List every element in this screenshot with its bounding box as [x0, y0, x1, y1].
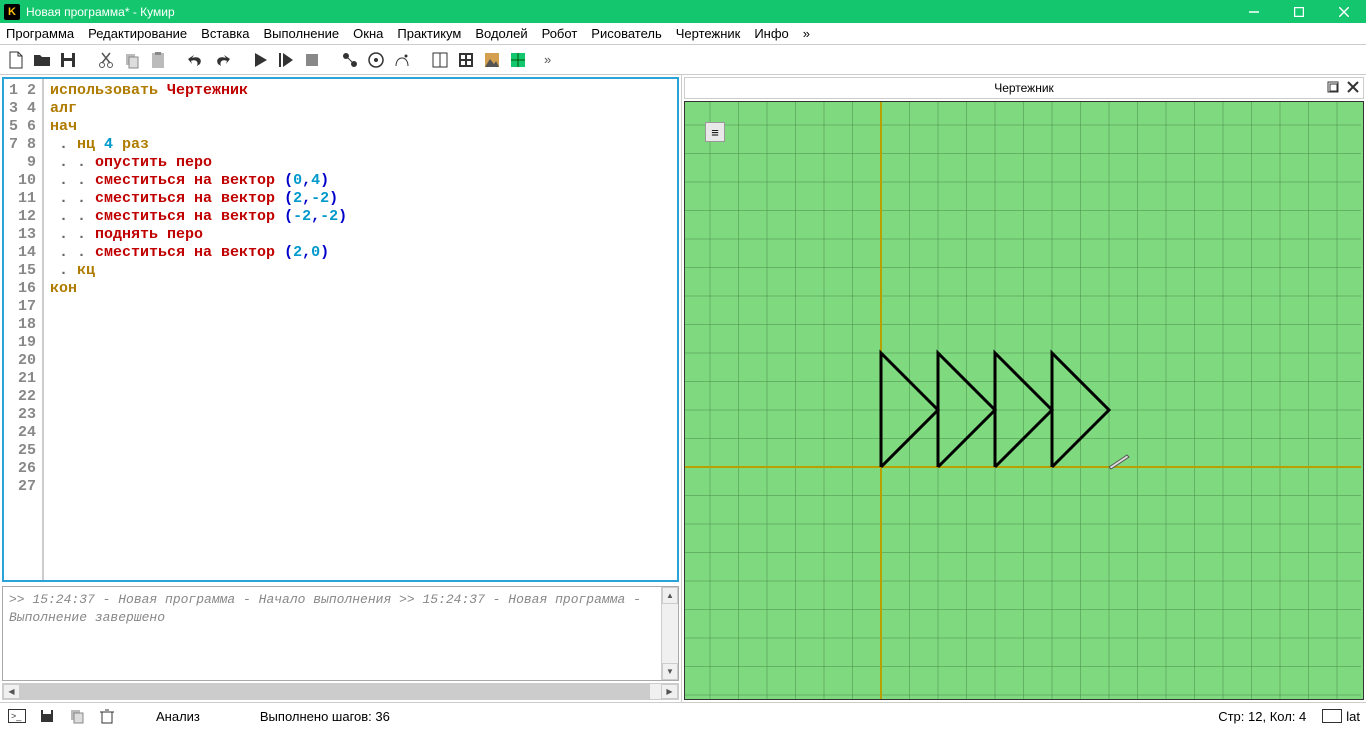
stop-button[interactable] [300, 48, 324, 72]
redo-button[interactable] [210, 48, 234, 72]
scroll-thumb[interactable] [20, 684, 650, 699]
drawing-canvas[interactable]: ≡ [684, 101, 1364, 700]
menu-водолей[interactable]: Водолей [475, 26, 527, 41]
app-logo: K [4, 4, 20, 20]
cut-button[interactable] [94, 48, 118, 72]
actor1-button[interactable] [338, 48, 362, 72]
svg-text:>_: >_ [11, 711, 22, 721]
line-gutter: 1 2 3 4 5 6 7 8 9 10 11 12 13 14 15 16 1… [4, 79, 44, 580]
scroll-track[interactable] [650, 684, 661, 699]
canvas-menu-button[interactable]: ≡ [705, 122, 725, 142]
canvas-header: Чертежник [684, 77, 1364, 99]
console-vscrollbar[interactable]: ▲ ▼ [661, 587, 678, 680]
step-button[interactable] [274, 48, 298, 72]
view3-button[interactable] [480, 48, 504, 72]
scroll-down-icon[interactable]: ▼ [662, 663, 678, 680]
maximize-button[interactable] [1276, 0, 1321, 23]
run-button[interactable] [248, 48, 272, 72]
console-text: >> 15:24:37 - Новая программа - Начало в… [3, 587, 661, 680]
view1-button[interactable] [428, 48, 452, 72]
titlebar: K Новая программа* - Кумир [0, 0, 1366, 23]
new-file-button[interactable] [4, 48, 28, 72]
output-console: >> 15:24:37 - Новая программа - Начало в… [2, 586, 679, 681]
copy-button[interactable] [120, 48, 144, 72]
menu-вставка[interactable]: Вставка [201, 26, 249, 41]
menu-программа[interactable]: Программа [6, 26, 74, 41]
menu-практикум[interactable]: Практикум [397, 26, 461, 41]
menu-чертежник[interactable]: Чертежник [676, 26, 741, 41]
toolbar: » [0, 45, 1366, 75]
sb-copy-button[interactable] [66, 705, 88, 727]
canvas-svg [685, 102, 1363, 699]
code-editor[interactable]: 1 2 3 4 5 6 7 8 9 10 11 12 13 14 15 16 1… [2, 77, 679, 582]
minimize-button[interactable] [1231, 0, 1276, 23]
menu-рисователь[interactable]: Рисователь [591, 26, 661, 41]
scroll-left-icon[interactable]: ◀ [3, 684, 20, 699]
status-analysis[interactable]: Анализ [156, 709, 200, 724]
sb-console-button[interactable]: >_ [6, 705, 28, 727]
open-file-button[interactable] [30, 48, 54, 72]
actor3-button[interactable] [390, 48, 414, 72]
scroll-track[interactable] [662, 604, 678, 663]
menu-выполнение[interactable]: Выполнение [263, 26, 339, 41]
close-button[interactable] [1321, 0, 1366, 23]
scroll-right-icon[interactable]: ▶ [661, 684, 678, 699]
canvas-close-icon[interactable] [1347, 81, 1359, 96]
view2-button[interactable] [454, 48, 478, 72]
canvas-title: Чертежник [994, 81, 1054, 95]
sb-delete-button[interactable] [96, 705, 118, 727]
statusbar: >_ Анализ Выполнено шагов: 36 Стр: 12, К… [0, 702, 1366, 729]
status-steps: Выполнено шагов: 36 [260, 709, 390, 724]
undo-button[interactable] [184, 48, 208, 72]
menu-инфо[interactable]: Инфо [754, 26, 788, 41]
menu-»[interactable]: » [803, 26, 810, 41]
code-area[interactable]: использовать Чертежникалгнач . нц 4 раз … [44, 79, 677, 580]
menu-робот[interactable]: Робот [542, 26, 578, 41]
window-title: Новая программа* - Кумир [26, 5, 1231, 19]
editor-hscrollbar[interactable]: ◀ ▶ [2, 683, 679, 700]
menu-редактирование[interactable]: Редактирование [88, 26, 187, 41]
keyboard-icon[interactable] [1322, 709, 1342, 723]
paste-button[interactable] [146, 48, 170, 72]
status-lang[interactable]: lat [1346, 709, 1360, 724]
status-cursor: Стр: 12, Кол: 4 [1218, 709, 1306, 724]
scroll-up-icon[interactable]: ▲ [662, 587, 678, 604]
menubar: Программа Редактирование Вставка Выполнение… [0, 23, 1366, 45]
save-file-button[interactable] [56, 48, 80, 72]
actor2-button[interactable] [364, 48, 388, 72]
toolbar-overflow[interactable]: » [544, 52, 551, 67]
canvas-maximize-icon[interactable] [1327, 81, 1339, 96]
view4-button[interactable] [506, 48, 530, 72]
menu-окна[interactable]: Окна [353, 26, 383, 41]
sb-save-button[interactable] [36, 705, 58, 727]
